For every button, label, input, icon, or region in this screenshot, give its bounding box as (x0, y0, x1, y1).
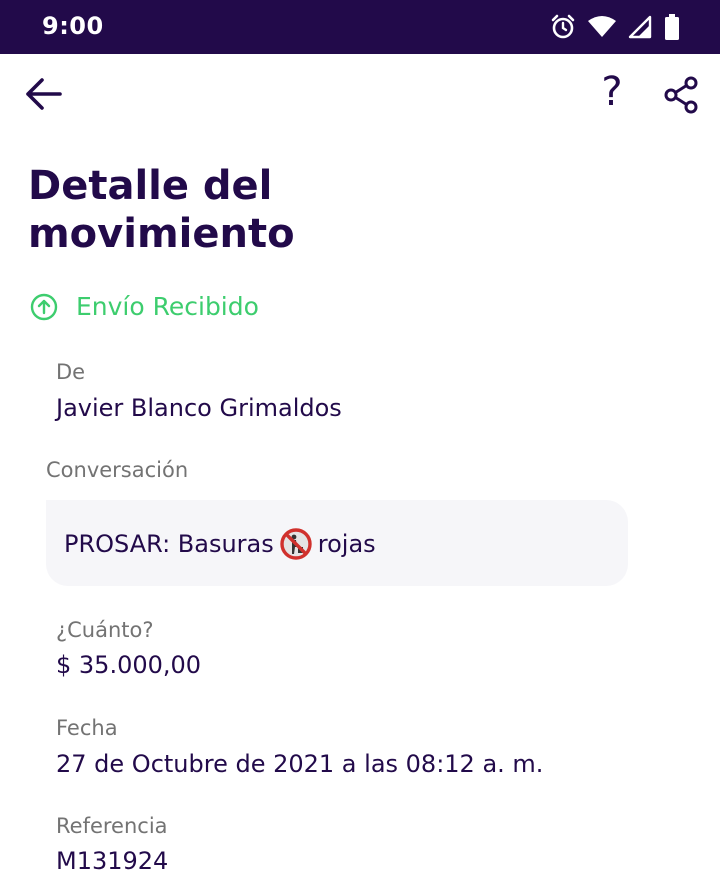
conversation-label: Conversación (46, 458, 189, 482)
from-label: De (56, 360, 86, 384)
arrow-up-circle-icon (30, 293, 58, 320)
wifi-icon (588, 15, 616, 39)
amount-label: ¿Cuánto? (56, 618, 154, 642)
status-icons (550, 14, 680, 40)
help-button[interactable]: ? (594, 70, 630, 114)
share-button[interactable] (660, 74, 702, 116)
from-value: Javier Blanco Grimaldos (56, 394, 342, 422)
conversation-text-before: PROSAR: Basuras (64, 530, 274, 558)
date-value: 27 de Octubre de 2021 a las 08:12 a. m. (56, 750, 544, 778)
status-time: 9:00 (42, 12, 104, 40)
back-button[interactable] (22, 74, 66, 114)
signal-icon (628, 15, 652, 39)
page-title: Detalle del movimiento (28, 163, 295, 257)
amount-value: $ 35.000,00 (56, 651, 202, 679)
date-label: Fecha (56, 716, 118, 740)
conversation-text-after: rojas (317, 530, 376, 558)
toolbar: ? (0, 54, 720, 132)
reference-value: M131924 (56, 847, 169, 875)
arrow-left-icon (26, 78, 62, 110)
battery-icon (664, 14, 680, 40)
share-icon (664, 76, 698, 114)
transaction-status: Envío Recibido (30, 292, 259, 321)
conversation-message: PROSAR: Basuras rojas (64, 528, 376, 560)
alarm-icon (550, 14, 576, 40)
status-label: Envío Recibido (76, 292, 259, 321)
reference-label: Referencia (56, 814, 168, 838)
conversation-bubble: PROSAR: Basuras rojas (46, 500, 628, 586)
no-littering-icon (280, 528, 312, 560)
status-bar: 9:00 (0, 0, 720, 54)
